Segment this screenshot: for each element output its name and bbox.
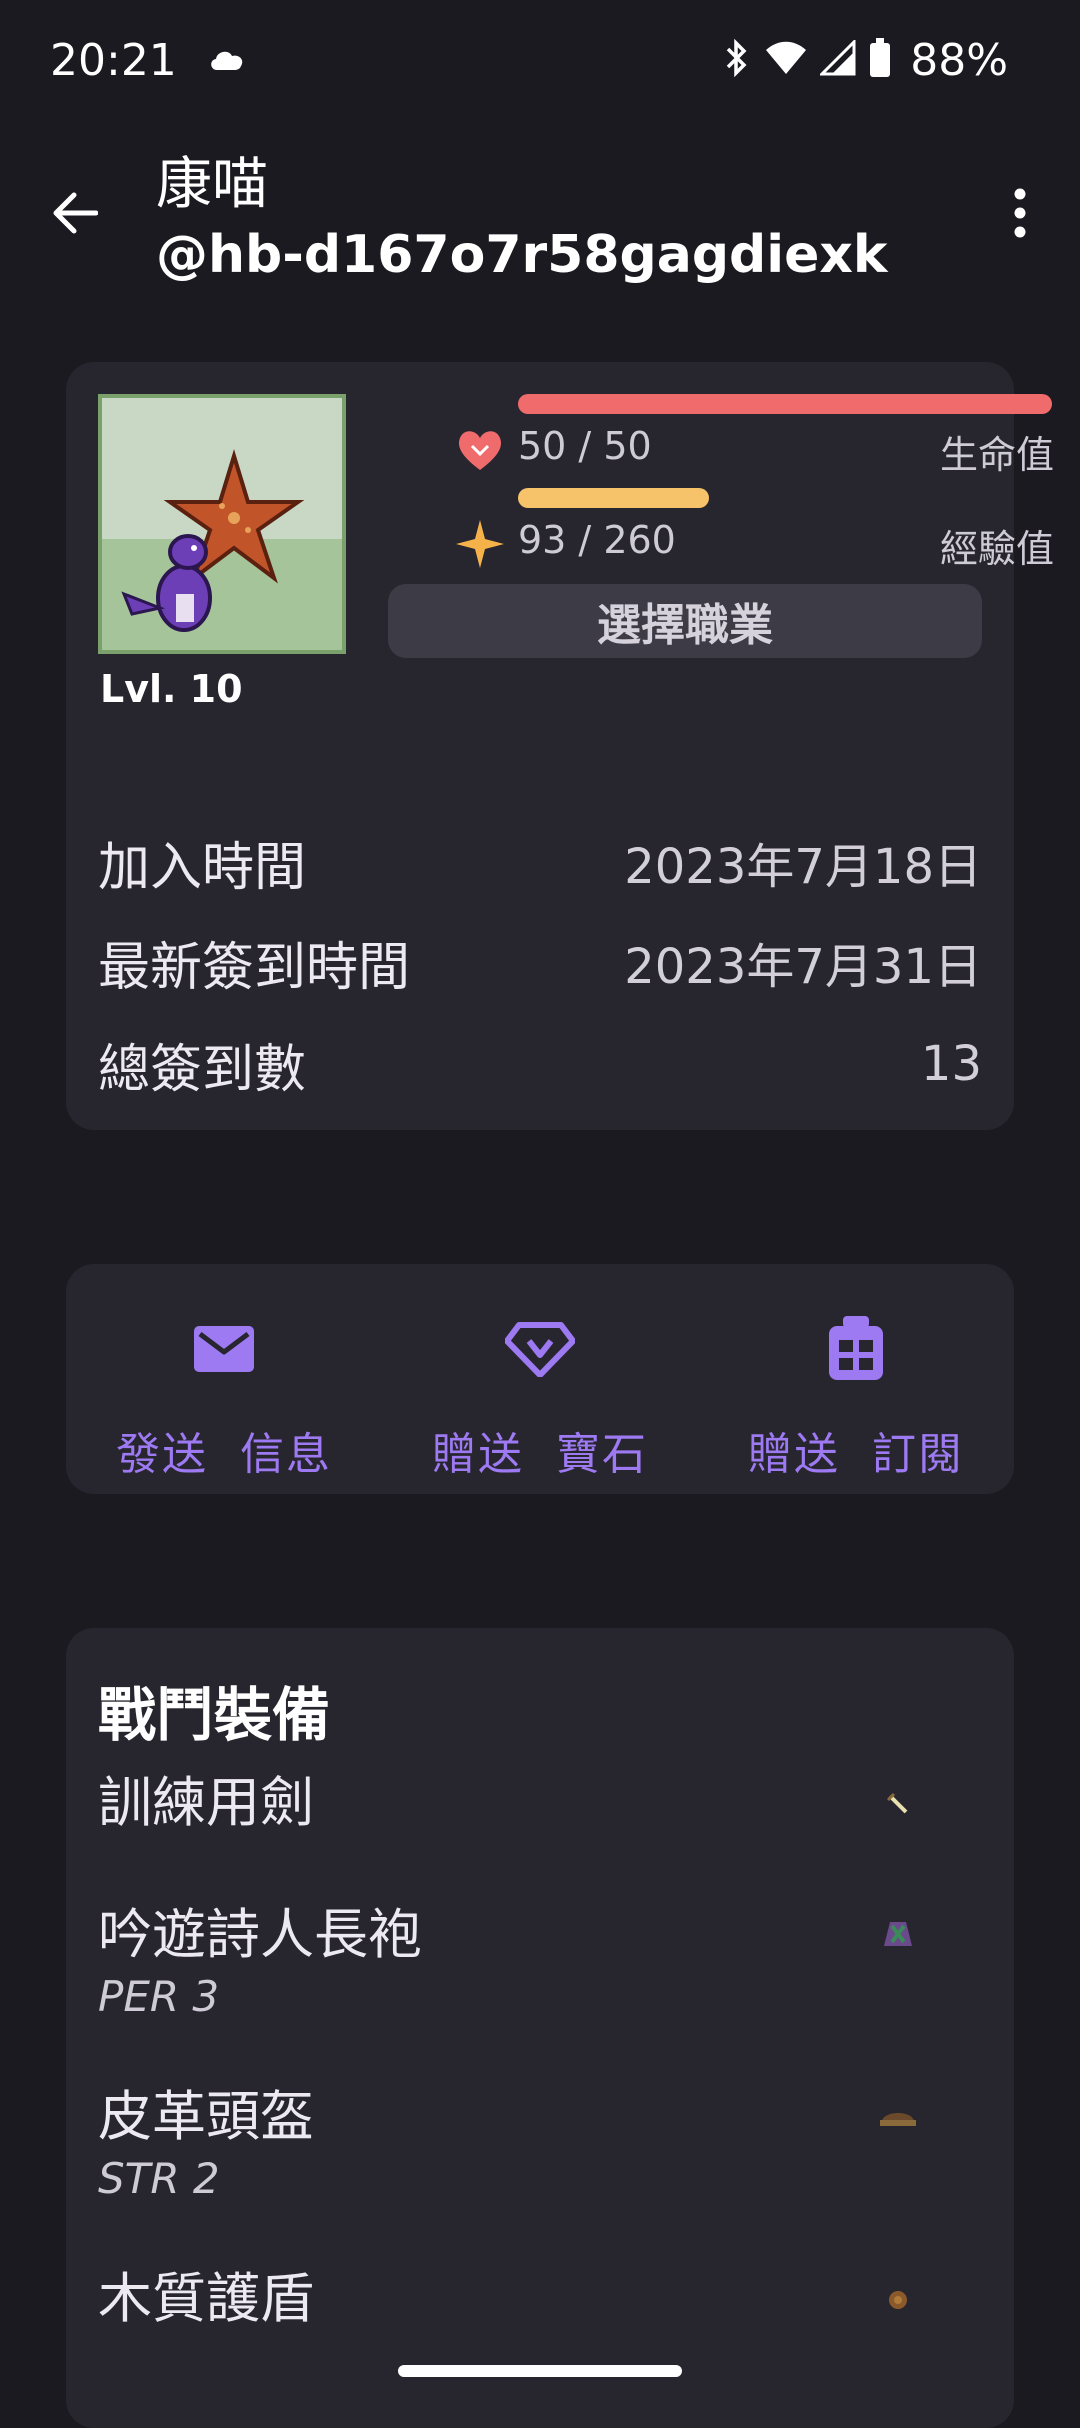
- info-row-joined: 加入時間 2023年7月18日: [98, 822, 982, 902]
- gear-item-name: 吟遊詩人長袍: [98, 1903, 422, 1966]
- health-label: 生命值: [939, 433, 1054, 477]
- actions-card: 發送 信息 贈送 寶石 贈送 訂閱: [66, 1264, 1014, 1494]
- gear-section-title: 戰鬥裝備: [98, 1681, 331, 1749]
- sword-icon: [878, 1782, 918, 1822]
- gift-icon: [821, 1314, 891, 1384]
- gear-item[interactable]: 木質護盾: [98, 2264, 982, 2334]
- star-icon: [454, 518, 506, 570]
- send-message-button[interactable]: 發送 信息: [66, 1264, 382, 1494]
- info-row-last-checkin: 最新簽到時間 2023年7月31日: [98, 922, 982, 1002]
- robe-icon: [878, 1914, 918, 1954]
- health-stat: 50 / 50 生命值: [386, 394, 1054, 484]
- battery-icon: [868, 38, 892, 82]
- gear-item-name: 木質護盾: [98, 2267, 314, 2330]
- gear-item[interactable]: 訓練用劍: [98, 1768, 982, 1838]
- experience-stat: 93 / 260 經驗值: [386, 488, 1054, 578]
- action-label: 發送 信息: [116, 1429, 332, 1480]
- wifi-icon: [764, 40, 808, 80]
- info-row-total-checkins: 總簽到數 13: [98, 1024, 982, 1104]
- bluetooth-icon: [722, 38, 752, 82]
- gear-item-stat: PER 3: [98, 1972, 220, 2021]
- back-button[interactable]: [40, 180, 110, 250]
- avatar: [98, 394, 346, 654]
- gear-item-name: 訓練用劍: [98, 1771, 314, 1834]
- shield-icon: [878, 2278, 918, 2318]
- action-label: 贈送 訂閱: [748, 1429, 964, 1480]
- more-vert-icon: [1013, 188, 1027, 242]
- info-value: 2023年7月18日: [624, 839, 982, 895]
- health-value: 50 / 50: [518, 424, 652, 468]
- battle-gear-card: 戰鬥裝備 訓練用劍 吟遊詩人長袍 PER 3 皮革頭盔 STR 2 木質護盾: [66, 1628, 1014, 2428]
- gear-item-stat: STR 2: [98, 2154, 220, 2203]
- experience-label: 經驗值: [939, 527, 1054, 571]
- gift-subscription-button[interactable]: 贈送 訂閱: [698, 1264, 1014, 1494]
- experience-bar: [518, 488, 1052, 508]
- gear-item[interactable]: 吟遊詩人長袍 PER 3: [98, 1900, 982, 2024]
- health-bar-fill: [518, 394, 1052, 414]
- gem-icon: [505, 1314, 575, 1384]
- battery-percent: 88%: [910, 34, 1008, 86]
- heart-icon: [454, 424, 506, 476]
- status-bar: 20:21 88%: [0, 0, 1080, 120]
- user-handle: @hb-d167o7r58gagdiexk: [156, 225, 888, 285]
- experience-value: 93 / 260: [518, 518, 676, 562]
- app-bar: 康喵 @hb-d167o7r58gagdiexk: [0, 130, 1080, 300]
- info-label: 總簽到數: [98, 1039, 307, 1100]
- action-label: 贈送 寶石: [432, 1429, 648, 1480]
- home-indicator[interactable]: [398, 2365, 682, 2377]
- gear-item[interactable]: 皮革頭盔 STR 2: [98, 2082, 982, 2206]
- info-label: 最新簽到時間: [98, 937, 411, 998]
- more-options-button[interactable]: [990, 180, 1050, 250]
- title-block: 康喵 @hb-d167o7r58gagdiexk: [156, 150, 887, 290]
- level-label: Lvl. 10: [100, 667, 243, 711]
- mail-icon: [189, 1314, 259, 1384]
- cloud-icon: [207, 44, 247, 76]
- gift-gems-button[interactable]: 贈送 寶石: [382, 1264, 698, 1494]
- health-bar: [518, 394, 1052, 414]
- info-value: 13: [920, 1036, 982, 1092]
- experience-bar-fill: [518, 488, 709, 508]
- profile-card: Lvl. 10 50 / 50 生命值 93 / 260 經驗值 選擇職業 加入…: [66, 362, 1054, 1130]
- info-label: 加入時間: [98, 837, 307, 898]
- choose-class-button[interactable]: 選擇職業: [388, 584, 982, 658]
- helmet-icon: [878, 2096, 918, 2136]
- arrow-left-icon: [52, 192, 99, 238]
- signal-icon: [818, 38, 856, 80]
- user-display-name: 康喵: [156, 152, 268, 217]
- info-value: 2023年7月31日: [624, 939, 982, 995]
- gear-item-name: 皮革頭盔: [98, 2085, 314, 2148]
- status-time: 20:21: [50, 34, 177, 86]
- avatar-pet-image: [121, 449, 305, 632]
